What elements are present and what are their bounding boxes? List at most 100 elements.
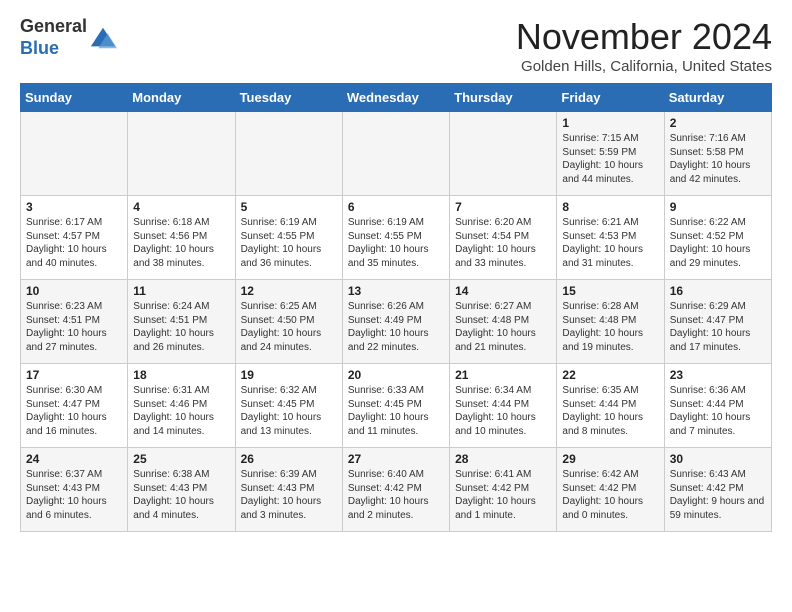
day-info: Sunrise: 6:39 AM Sunset: 4:43 PM Dayligh…: [241, 468, 337, 522]
weekday-header-row: SundayMondayTuesdayWednesdayThursdayFrid…: [21, 84, 772, 112]
day-number: 14: [455, 284, 551, 298]
day-number: 6: [348, 200, 444, 214]
day-number: 5: [241, 200, 337, 214]
day-info: Sunrise: 6:19 AM Sunset: 4:55 PM Dayligh…: [348, 216, 444, 270]
day-info: Sunrise: 6:26 AM Sunset: 4:49 PM Dayligh…: [348, 300, 444, 354]
day-number: 23: [670, 368, 766, 382]
logo-icon: [89, 24, 117, 52]
day-info: Sunrise: 6:38 AM Sunset: 4:43 PM Dayligh…: [133, 468, 229, 522]
calendar-cell: 11 Sunrise: 6:24 AM Sunset: 4:51 PM Dayli…: [128, 280, 235, 364]
calendar-cell: 6 Sunrise: 6:19 AM Sunset: 4:55 PM Daylig…: [342, 196, 449, 280]
calendar-cell: [21, 112, 128, 196]
weekday-header: Monday: [128, 84, 235, 112]
calendar-cell: 30 Sunrise: 6:43 AM Sunset: 4:42 PM Dayli…: [664, 448, 771, 532]
calendar-cell: 7Sunrise: 6:20 AM Sunset: 4:54 PM Daylig…: [450, 196, 557, 280]
calendar-cell: 18 Sunrise: 6:31 AM Sunset: 4:46 PM Dayli…: [128, 364, 235, 448]
day-number: 2: [670, 116, 766, 130]
weekday-header: Thursday: [450, 84, 557, 112]
calendar-week-row: 1Sunrise: 7:15 AM Sunset: 5:59 PM Daylig…: [21, 112, 772, 196]
calendar-cell: 27Sunrise: 6:40 AM Sunset: 4:42 PM Dayli…: [342, 448, 449, 532]
day-number: 10: [26, 284, 122, 298]
weekday-header: Wednesday: [342, 84, 449, 112]
day-number: 27: [348, 452, 444, 466]
logo-blue: Blue: [20, 38, 59, 58]
calendar-cell: 4 Sunrise: 6:18 AM Sunset: 4:56 PM Daylig…: [128, 196, 235, 280]
day-info: Sunrise: 6:31 AM Sunset: 4:46 PM Dayligh…: [133, 384, 229, 438]
day-number: 30: [670, 452, 766, 466]
calendar-week-row: 17Sunrise: 6:30 AM Sunset: 4:47 PM Dayli…: [21, 364, 772, 448]
day-info: Sunrise: 7:15 AM Sunset: 5:59 PM Dayligh…: [562, 132, 658, 186]
day-number: 26: [241, 452, 337, 466]
logo-general: General: [20, 16, 87, 36]
title-area: November 2024 Golden Hills, California, …: [516, 16, 772, 75]
calendar-week-row: 3Sunrise: 6:17 AM Sunset: 4:57 PM Daylig…: [21, 196, 772, 280]
calendar-cell: 3Sunrise: 6:17 AM Sunset: 4:57 PM Daylig…: [21, 196, 128, 280]
calendar-cell: 5 Sunrise: 6:19 AM Sunset: 4:55 PM Daylig…: [235, 196, 342, 280]
day-info: Sunrise: 6:43 AM Sunset: 4:42 PM Dayligh…: [670, 468, 766, 522]
day-number: 13: [348, 284, 444, 298]
day-info: Sunrise: 6:37 AM Sunset: 4:43 PM Dayligh…: [26, 468, 122, 522]
day-number: 18: [133, 368, 229, 382]
day-number: 19: [241, 368, 337, 382]
day-info: Sunrise: 6:29 AM Sunset: 4:47 PM Dayligh…: [670, 300, 766, 354]
calendar-cell: 28Sunrise: 6:41 AM Sunset: 4:42 PM Dayli…: [450, 448, 557, 532]
day-info: Sunrise: 6:20 AM Sunset: 4:54 PM Dayligh…: [455, 216, 551, 270]
calendar-cell: [235, 112, 342, 196]
day-number: 9: [670, 200, 766, 214]
day-number: 11: [133, 284, 229, 298]
calendar-cell: 19 Sunrise: 6:32 AM Sunset: 4:45 PM Dayli…: [235, 364, 342, 448]
day-info: Sunrise: 6:19 AM Sunset: 4:55 PM Dayligh…: [241, 216, 337, 270]
calendar-cell: 17Sunrise: 6:30 AM Sunset: 4:47 PM Dayli…: [21, 364, 128, 448]
day-info: Sunrise: 6:32 AM Sunset: 4:45 PM Dayligh…: [241, 384, 337, 438]
calendar-cell: 10 Sunrise: 6:23 AM Sunset: 4:51 PM Dayli…: [21, 280, 128, 364]
weekday-header: Sunday: [21, 84, 128, 112]
day-number: 4: [133, 200, 229, 214]
day-info: Sunrise: 6:34 AM Sunset: 4:44 PM Dayligh…: [455, 384, 551, 438]
calendar-cell: 14 Sunrise: 6:27 AM Sunset: 4:48 PM Dayli…: [450, 280, 557, 364]
header: General Blue November 2024 Golden Hills,…: [20, 16, 772, 75]
day-number: 15: [562, 284, 658, 298]
day-info: Sunrise: 7:16 AM Sunset: 5:58 PM Dayligh…: [670, 132, 766, 186]
day-info: Sunrise: 6:21 AM Sunset: 4:53 PM Dayligh…: [562, 216, 658, 270]
day-info: Sunrise: 6:25 AM Sunset: 4:50 PM Dayligh…: [241, 300, 337, 354]
day-info: Sunrise: 6:33 AM Sunset: 4:45 PM Dayligh…: [348, 384, 444, 438]
calendar-cell: 25Sunrise: 6:38 AM Sunset: 4:43 PM Dayli…: [128, 448, 235, 532]
calendar-cell: 20 Sunrise: 6:33 AM Sunset: 4:45 PM Dayli…: [342, 364, 449, 448]
calendar-week-row: 10 Sunrise: 6:23 AM Sunset: 4:51 PM Dayli…: [21, 280, 772, 364]
day-info: Sunrise: 6:28 AM Sunset: 4:48 PM Dayligh…: [562, 300, 658, 354]
calendar-cell: 26 Sunrise: 6:39 AM Sunset: 4:43 PM Dayli…: [235, 448, 342, 532]
month-title: November 2024: [516, 16, 772, 58]
day-number: 21: [455, 368, 551, 382]
logo-text: General Blue: [20, 16, 87, 59]
day-number: 12: [241, 284, 337, 298]
calendar-cell: 15 Sunrise: 6:28 AM Sunset: 4:48 PM Dayli…: [557, 280, 664, 364]
day-info: Sunrise: 6:22 AM Sunset: 4:52 PM Dayligh…: [670, 216, 766, 270]
calendar-cell: [450, 112, 557, 196]
calendar-cell: 16 Sunrise: 6:29 AM Sunset: 4:47 PM Dayli…: [664, 280, 771, 364]
calendar-cell: 29Sunrise: 6:42 AM Sunset: 4:42 PM Dayli…: [557, 448, 664, 532]
day-info: Sunrise: 6:23 AM Sunset: 4:51 PM Dayligh…: [26, 300, 122, 354]
day-info: Sunrise: 6:41 AM Sunset: 4:42 PM Dayligh…: [455, 468, 551, 522]
calendar-cell: 2 Sunrise: 7:16 AM Sunset: 5:58 PM Daylig…: [664, 112, 771, 196]
day-number: 20: [348, 368, 444, 382]
calendar-cell: 22Sunrise: 6:35 AM Sunset: 4:44 PM Dayli…: [557, 364, 664, 448]
day-number: 16: [670, 284, 766, 298]
calendar-cell: 1Sunrise: 7:15 AM Sunset: 5:59 PM Daylig…: [557, 112, 664, 196]
weekday-header: Tuesday: [235, 84, 342, 112]
calendar-cell: 8 Sunrise: 6:21 AM Sunset: 4:53 PM Daylig…: [557, 196, 664, 280]
day-info: Sunrise: 6:35 AM Sunset: 4:44 PM Dayligh…: [562, 384, 658, 438]
day-info: Sunrise: 6:18 AM Sunset: 4:56 PM Dayligh…: [133, 216, 229, 270]
calendar-cell: 23 Sunrise: 6:36 AM Sunset: 4:44 PM Dayli…: [664, 364, 771, 448]
day-info: Sunrise: 6:36 AM Sunset: 4:44 PM Dayligh…: [670, 384, 766, 438]
calendar-week-row: 24Sunrise: 6:37 AM Sunset: 4:43 PM Dayli…: [21, 448, 772, 532]
calendar-cell: 24Sunrise: 6:37 AM Sunset: 4:43 PM Dayli…: [21, 448, 128, 532]
calendar-cell: [128, 112, 235, 196]
day-info: Sunrise: 6:30 AM Sunset: 4:47 PM Dayligh…: [26, 384, 122, 438]
day-number: 3: [26, 200, 122, 214]
day-info: Sunrise: 6:27 AM Sunset: 4:48 PM Dayligh…: [455, 300, 551, 354]
day-info: Sunrise: 6:24 AM Sunset: 4:51 PM Dayligh…: [133, 300, 229, 354]
calendar-cell: 13 Sunrise: 6:26 AM Sunset: 4:49 PM Dayli…: [342, 280, 449, 364]
calendar: SundayMondayTuesdayWednesdayThursdayFrid…: [20, 83, 772, 532]
calendar-cell: 9 Sunrise: 6:22 AM Sunset: 4:52 PM Daylig…: [664, 196, 771, 280]
day-number: 8: [562, 200, 658, 214]
